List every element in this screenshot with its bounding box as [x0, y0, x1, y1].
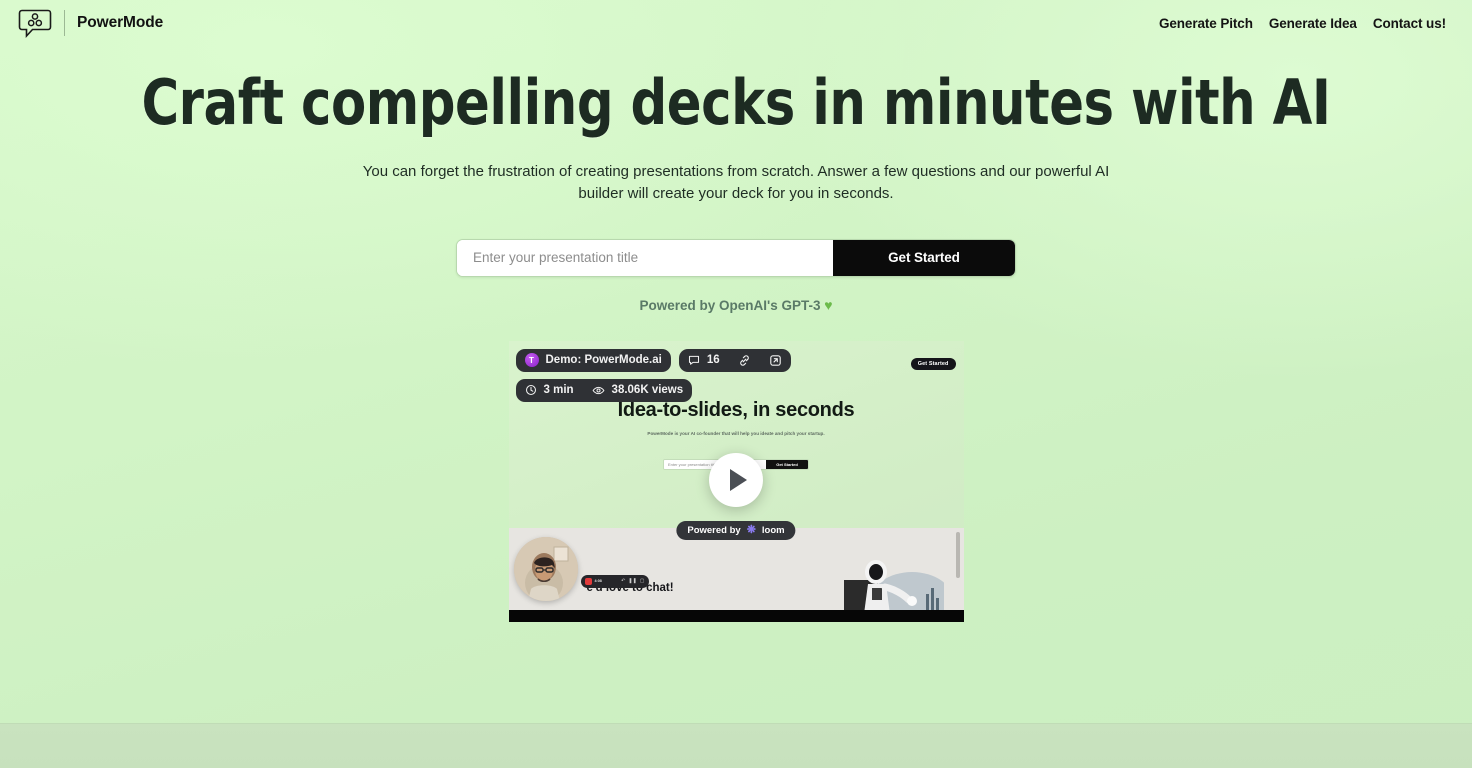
- slide-title: Idea-to-slides, in seconds: [617, 398, 855, 421]
- video-get-started-pill[interactable]: Get Started: [910, 357, 956, 370]
- page-title: Craft compelling decks in minutes with A…: [141, 66, 1331, 139]
- play-icon[interactable]: [709, 452, 763, 507]
- avatar: T: [524, 353, 539, 368]
- heart-icon: ♥: [824, 296, 833, 313]
- link-icon[interactable]: [738, 354, 751, 367]
- play-triangle: [729, 468, 747, 491]
- main-nav: Generate Pitch Generate Idea Contact us!: [1159, 16, 1446, 31]
- nav-link-generate-idea[interactable]: Generate Idea: [1269, 16, 1357, 31]
- rewind-icon[interactable]: ↶: [621, 578, 625, 584]
- clock-icon: [525, 384, 537, 396]
- webcam-bubble: [513, 536, 578, 601]
- astronaut-illustration: [843, 559, 944, 610]
- video-duration: 3 min: [543, 384, 574, 397]
- slide-subtitle: PowerMode is your AI co-founder that wil…: [647, 430, 825, 436]
- comment-count: 16: [706, 354, 720, 367]
- brand-name: PowerMode: [77, 14, 164, 31]
- video-meta-bar: 3 min 38.06K views: [515, 378, 693, 402]
- recording-controls[interactable]: 4:08 ↶ ❚❚ ▢: [580, 574, 649, 588]
- eye-icon: [592, 384, 605, 397]
- powered-by-text: Powered by OpenAI's GPT-3: [639, 297, 821, 313]
- scrollbar[interactable]: [955, 531, 960, 578]
- speech-bubble-molecule-icon: [18, 7, 52, 39]
- loom-badge[interactable]: Powered by ❋ loom: [676, 520, 796, 540]
- loom-badge-text: Powered by: [687, 524, 741, 536]
- external-link-icon[interactable]: [769, 354, 782, 367]
- nav-link-contact-us[interactable]: Contact us!: [1373, 16, 1446, 31]
- presentation-title-form: Get Started: [456, 238, 1016, 277]
- video-actions-chip: 16: [678, 348, 791, 372]
- slide-mini-button: Get Started: [766, 459, 808, 469]
- site-header: PowerMode Generate Pitch Generate Idea C…: [0, 0, 1472, 46]
- video-content: Idea-to-slides, in seconds PowerMode is …: [508, 340, 964, 610]
- brand-divider: [64, 10, 65, 36]
- loom-video-embed[interactable]: Idea-to-slides, in seconds PowerMode is …: [508, 340, 964, 622]
- video-section: Idea-to-slides, in seconds PowerMode is …: [0, 340, 1472, 622]
- brand-logo[interactable]: PowerMode: [18, 7, 163, 39]
- video-title-chip[interactable]: T Demo: PowerMode.ai: [515, 348, 671, 372]
- nav-link-generate-pitch[interactable]: Generate Pitch: [1159, 16, 1253, 31]
- comment-icon[interactable]: [688, 354, 700, 366]
- video-views: 38.06K views: [611, 384, 684, 397]
- presentation-title-input[interactable]: [457, 239, 833, 276]
- video-meta-chip: 3 min 38.06K views: [515, 378, 693, 402]
- stop-record-icon[interactable]: [584, 577, 592, 585]
- hero-subtitle: You can forget the frustration of creati…: [362, 163, 1110, 202]
- recording-time: 4:08: [594, 579, 602, 584]
- footer-strip: [0, 723, 1472, 768]
- video-top-bar: T Demo: PowerMode.ai 16: [515, 348, 957, 372]
- powered-by-note: Powered by OpenAI's GPT-3 ♥: [0, 297, 1472, 313]
- hero-section: Craft compelling decks in minutes with A…: [0, 46, 1472, 313]
- get-started-button[interactable]: Get Started: [833, 239, 1015, 276]
- trash-icon[interactable]: ▢: [640, 578, 645, 584]
- video-title: Demo: PowerMode.ai: [545, 354, 662, 367]
- loom-icon: ❋: [746, 523, 756, 536]
- cta-wrapper: Get Started: [0, 238, 1472, 277]
- pause-icon[interactable]: ❚❚: [628, 578, 636, 584]
- loom-name: loom: [761, 524, 785, 536]
